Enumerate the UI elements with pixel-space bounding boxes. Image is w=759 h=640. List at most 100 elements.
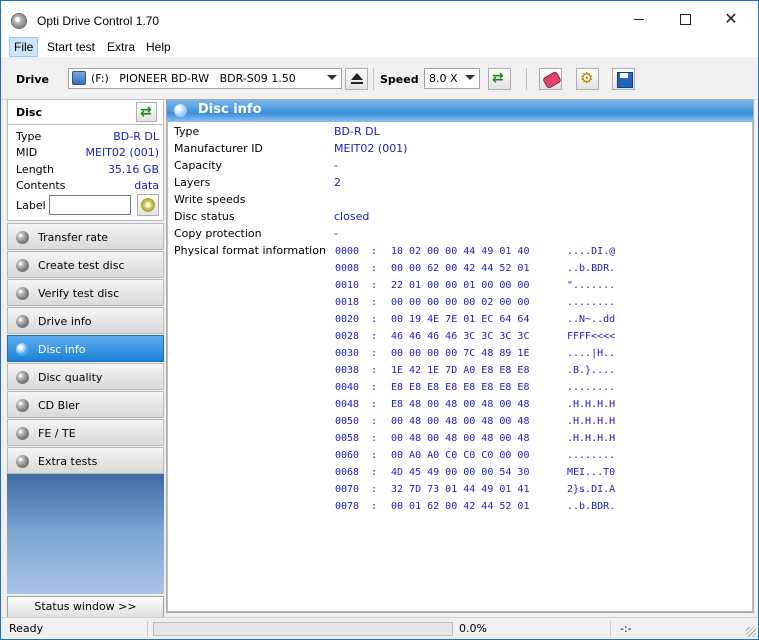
disc-icon <box>16 399 29 412</box>
disc-row-key: Length <box>16 163 54 176</box>
hex-separator: : <box>371 450 378 461</box>
settings-gears-button[interactable] <box>576 68 599 90</box>
save-button[interactable] <box>612 68 635 90</box>
hex-separator: : <box>371 263 378 274</box>
disc-icon <box>16 371 29 384</box>
maximize-button[interactable] <box>662 1 708 37</box>
disc-summary: Type BD-R DL MID MEIT02 (001) Length 35.… <box>7 125 164 221</box>
hex-separator: : <box>371 433 378 444</box>
hex-ascii: ........ <box>567 382 616 393</box>
hex-bytes: 00 19 4E 7E 01 EC 64 64 <box>391 314 530 325</box>
hex-separator: : <box>371 399 378 410</box>
info-key: Capacity <box>174 159 223 172</box>
hex-offset: 0050 <box>335 416 360 427</box>
disc-icon <box>16 343 29 356</box>
hex-bytes: 00 48 00 48 00 48 00 48 <box>391 416 530 427</box>
title-bar[interactable]: Opti Drive Control 1.70 ✕ <box>1 1 758 37</box>
eject-button[interactable] <box>345 68 368 90</box>
hex-separator: : <box>371 416 378 427</box>
hex-separator: : <box>371 331 378 342</box>
info-value: 2 <box>334 176 341 189</box>
hex-bytes: E8 E8 E8 E8 E8 E8 E8 E8 <box>391 382 530 393</box>
resize-grip[interactable] <box>746 627 756 637</box>
menu-help[interactable]: Help <box>142 37 175 57</box>
hex-separator: : <box>371 501 378 512</box>
menu-extra[interactable]: Extra <box>103 37 139 57</box>
info-value: BD-R DL <box>334 125 380 138</box>
disc-row-value: 35.16 GB <box>107 163 159 176</box>
close-button[interactable]: ✕ <box>708 1 754 37</box>
nav-label: Transfer rate <box>38 231 109 244</box>
hex-offset: 0068 <box>335 467 360 478</box>
panel-header: Disc info <box>167 100 753 122</box>
chevron-down-icon <box>465 75 475 80</box>
disc-icon <box>174 104 187 117</box>
refresh-button[interactable] <box>488 68 511 90</box>
menu-bar: File Start test Extra Help <box>1 37 758 57</box>
nav-transfer-rate[interactable]: Transfer rate <box>7 223 164 250</box>
menu-file[interactable]: File <box>9 37 39 57</box>
speed-select-value: 8.0 X <box>429 72 458 85</box>
nav-label: FE / TE <box>38 427 76 440</box>
hex-offset: 0028 <box>335 331 360 342</box>
hex-offset: 0048 <box>335 399 360 410</box>
status-text: Ready <box>9 622 44 635</box>
speed-select[interactable]: 8.0 X <box>424 68 480 89</box>
disc-app-icon <box>11 13 27 29</box>
hex-ascii: ..b.BDR. <box>567 501 616 512</box>
info-key: Copy protection <box>174 227 262 240</box>
disc-refresh-button[interactable] <box>136 102 157 122</box>
status-window-button[interactable]: Status window >> <box>7 596 164 618</box>
hex-separator: : <box>371 467 378 478</box>
disc-row-value: MEIT02 (001) <box>85 146 159 159</box>
nav-drive-info[interactable]: Drive info <box>7 307 164 334</box>
menu-start-test[interactable]: Start test <box>43 37 99 57</box>
hex-offset: 0078 <box>335 501 360 512</box>
nav-background-panel <box>7 474 164 594</box>
hex-bytes: 00 00 00 00 7C 48 89 1E <box>391 348 530 359</box>
nav-label: Drive info <box>38 315 92 328</box>
disc-header: Disc <box>7 99 164 125</box>
nav-verify-test-disc[interactable]: Verify test disc <box>7 279 164 306</box>
hex-ascii: FFFF<<<< <box>567 331 616 342</box>
nav-label: Verify test disc <box>38 287 120 300</box>
status-bar: Ready 0.0% -:- <box>1 617 758 639</box>
hex-separator: : <box>371 484 378 495</box>
minimize-button[interactable] <box>616 1 662 37</box>
disc-icon <box>16 427 29 440</box>
disc-row-key: Type <box>16 130 42 143</box>
hex-offset: 0038 <box>335 365 360 376</box>
hex-ascii: ........ <box>567 297 616 308</box>
hex-ascii: ....DI.@ <box>567 246 616 257</box>
hex-bytes: 32 7D 73 01 44 49 01 41 <box>391 484 530 495</box>
drive-label: Drive <box>16 73 49 86</box>
erase-button[interactable] <box>539 68 562 90</box>
info-key: Manufacturer ID <box>174 142 263 155</box>
label-input[interactable] <box>49 195 131 215</box>
hex-bytes: 4D 45 49 00 00 00 54 30 <box>391 467 530 478</box>
drive-select[interactable]: (F:) PIONEER BD-RW BDR-S09 1.50 <box>68 68 342 89</box>
hex-offset: 0040 <box>335 382 360 393</box>
status-separator <box>147 621 148 637</box>
disc-row-value: BD-R DL <box>113 130 159 143</box>
hex-ascii: .H.H.H.H <box>567 433 616 444</box>
disc-icon <box>16 287 29 300</box>
nav-disc-quality[interactable]: Disc quality <box>7 363 164 390</box>
nav-disc-info[interactable]: Disc info <box>7 335 164 362</box>
nav-extra-tests[interactable]: Extra tests <box>7 447 164 474</box>
disc-row-key: Contents <box>16 179 66 192</box>
info-key: Type <box>174 125 200 138</box>
nav-fe-te[interactable]: FE / TE <box>7 419 164 446</box>
app-window: Opti Drive Control 1.70 ✕ File Start tes… <box>0 0 759 640</box>
hex-bytes: 10 02 00 00 44 49 01 40 <box>391 246 530 257</box>
disc-row-type: Type BD-R DL <box>16 130 159 146</box>
hex-offset: 0018 <box>335 297 360 308</box>
hex-ascii: "....... <box>567 280 616 291</box>
nav-create-test-disc[interactable]: Create test disc <box>7 251 164 278</box>
info-value: closed <box>334 210 370 223</box>
hex-offset: 0010 <box>335 280 360 291</box>
label-disc-button[interactable] <box>137 194 159 216</box>
hex-separator: : <box>371 246 378 257</box>
nav-label: Create test disc <box>38 259 125 272</box>
nav-cd-bler[interactable]: CD Bler <box>7 391 164 418</box>
